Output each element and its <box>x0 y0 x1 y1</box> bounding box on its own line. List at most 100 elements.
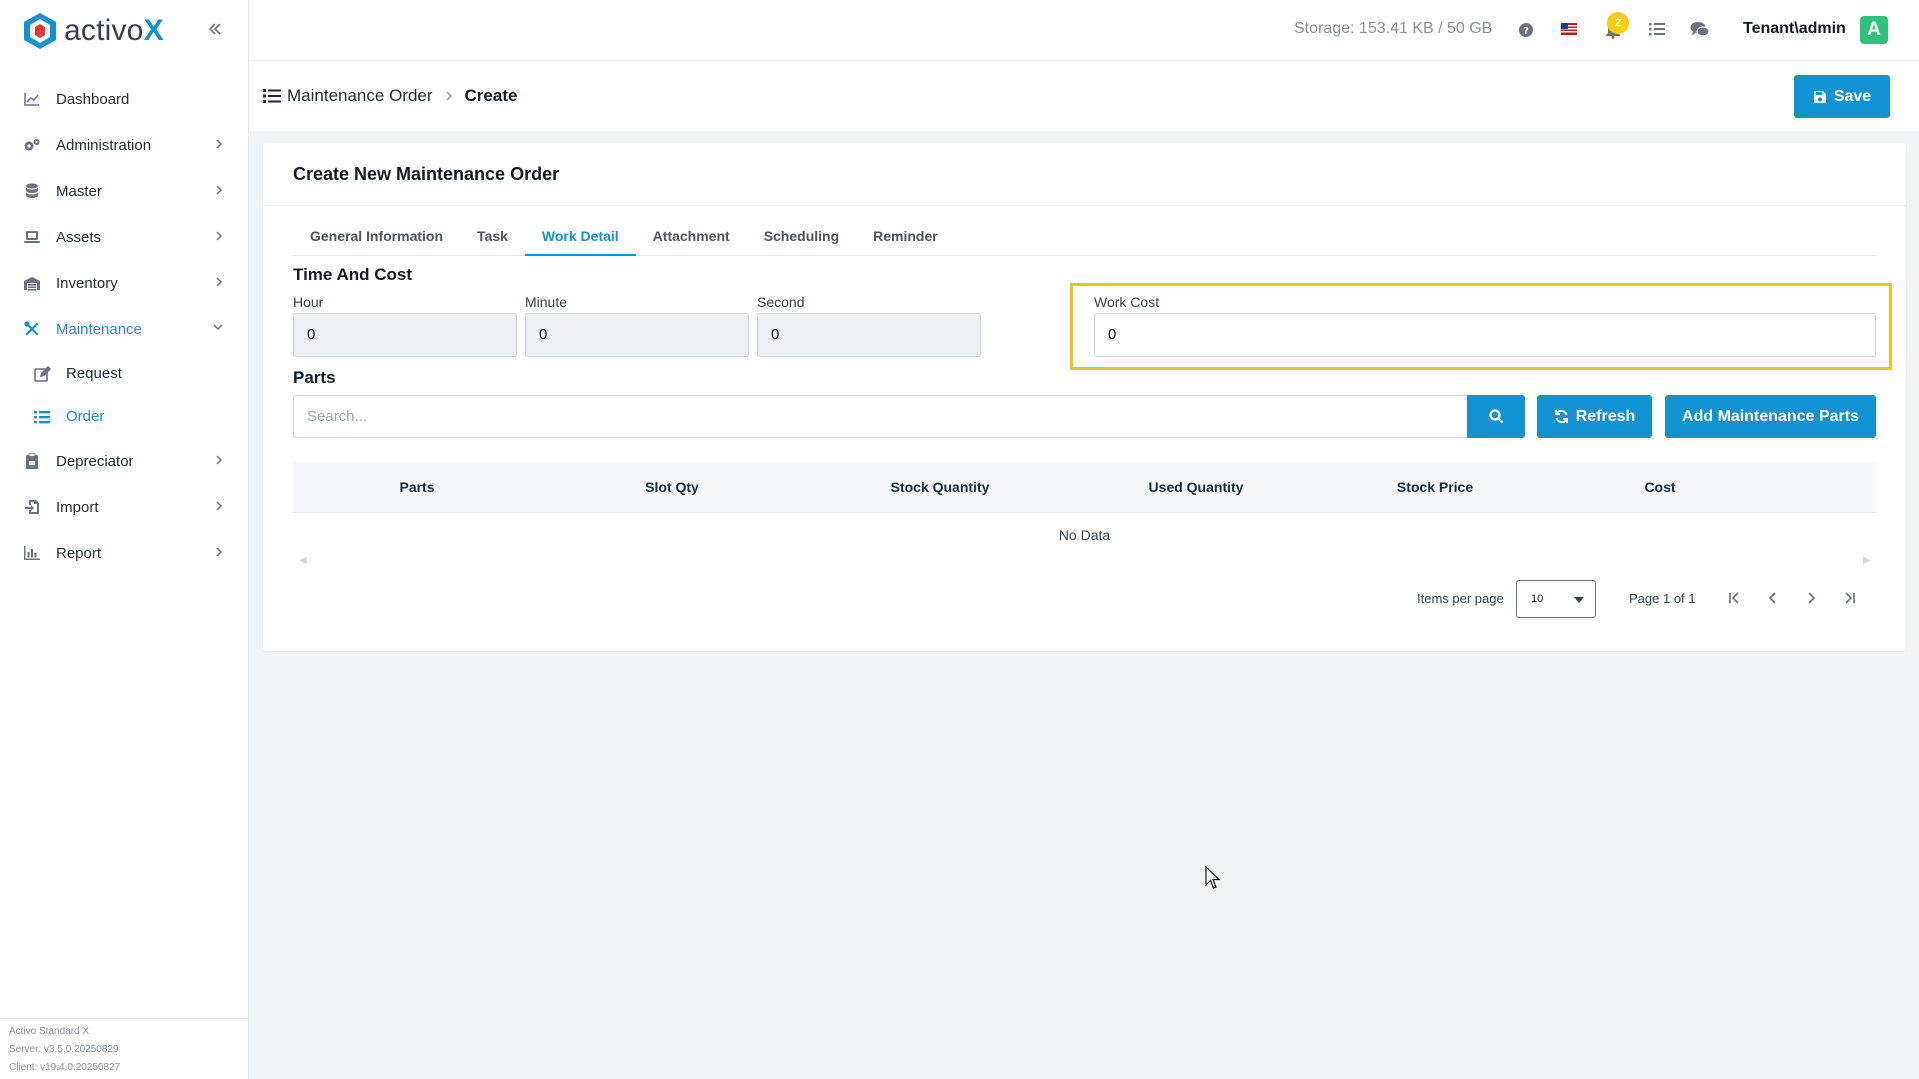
sidebar-nav: Dashboard Administration Master Assets I… <box>0 76 248 576</box>
work-cost-label: Work Cost <box>1094 294 1160 310</box>
tab-general-information[interactable]: General Information <box>293 220 460 256</box>
scroll-right-icon[interactable]: ▶ <box>1863 555 1871 566</box>
chevron-right-icon <box>445 90 453 102</box>
help-icon[interactable]: ? <box>1518 22 1534 38</box>
previous-page-icon[interactable] <box>1765 590 1781 606</box>
column-header[interactable]: Stock Price <box>1397 462 1473 513</box>
topbar: Storage: 153.41 KB / 50 GB ? 2 Tenant\ad… <box>249 0 1919 61</box>
breadcrumb-current: Create <box>464 86 518 105</box>
sidebar-item-administration[interactable]: Administration <box>0 122 248 168</box>
brand-prefix: activo <box>64 13 144 47</box>
caret-down-icon <box>1574 597 1584 603</box>
tools-icon <box>22 319 42 339</box>
chat-icon[interactable] <box>1690 21 1710 38</box>
form-title: Create New Maintenance Order <box>293 164 560 184</box>
sidebar-item-inventory[interactable]: Inventory <box>0 260 248 306</box>
sidebar-subitem-order[interactable]: Order <box>0 395 248 438</box>
storage-usage: Storage: 153.41 KB / 50 GB <box>1294 20 1493 37</box>
sidebar-subitem-request[interactable]: Request <box>0 352 248 395</box>
server-version: Server: v3.5.0.20250829 <box>9 1044 119 1055</box>
column-header[interactable]: Slot Qty <box>645 462 699 513</box>
clipboard-icon <box>22 451 42 471</box>
user-name[interactable]: Tenant\admin <box>1743 20 1846 38</box>
sidebar-item-label: Assets <box>56 228 102 246</box>
laptop-icon <box>22 227 42 247</box>
chevron-right-icon <box>214 545 224 559</box>
empty-state-text: No Data <box>1058 527 1111 543</box>
chevron-right-icon <box>214 183 224 197</box>
sidebar-item-master[interactable]: Master <box>0 168 248 214</box>
minute-input[interactable]: 0 <box>525 313 749 357</box>
column-header[interactable]: Used Quantity <box>1149 462 1244 513</box>
parts-search-input[interactable]: Search... <box>293 395 1467 438</box>
items-per-page-label: Items per page <box>1417 591 1504 606</box>
page-header: Maintenance Order Create Save <box>249 61 1919 131</box>
save-button[interactable]: Save <box>1794 75 1890 118</box>
version-info: Activo Standard X Server: v3.5.0.2025082… <box>0 1018 249 1079</box>
last-page-icon[interactable] <box>1841 590 1857 606</box>
mouse-cursor-icon <box>1205 866 1221 890</box>
first-page-icon[interactable] <box>1727 590 1743 606</box>
collapse-sidebar-icon[interactable] <box>206 20 224 38</box>
sidebar-item-dashboard[interactable]: Dashboard <box>0 76 248 122</box>
brand-logo[interactable]: activoX <box>0 0 248 61</box>
parts-title: Parts <box>293 368 336 387</box>
list-icon <box>32 407 52 427</box>
time-and-cost-title: Time And Cost <box>293 265 413 284</box>
tab-reminder[interactable]: Reminder <box>856 220 955 256</box>
sidebar-item-label: Dashboard <box>56 90 130 108</box>
hour-input[interactable]: 0 <box>293 313 517 357</box>
sidebar: activoX Dashboard Administration Master … <box>0 0 249 1079</box>
chevron-right-icon <box>214 499 224 513</box>
divider <box>263 205 1906 206</box>
sidebar-item-depreciator[interactable]: Depreciator <box>0 438 248 484</box>
second-input[interactable]: 0 <box>757 313 981 357</box>
next-page-icon[interactable] <box>1803 590 1819 606</box>
edit-icon <box>32 364 52 384</box>
tab-attachment[interactable]: Attachment <box>636 220 747 256</box>
search-icon <box>1488 409 1503 424</box>
column-header[interactable]: Cost <box>1644 462 1675 513</box>
chevron-right-icon <box>214 275 224 289</box>
refresh-icon <box>1554 409 1568 424</box>
notification-badge: 2 <box>1607 12 1629 34</box>
sidebar-item-maintenance[interactable]: Maintenance <box>0 306 248 352</box>
scroll-left-icon[interactable]: ◀ <box>299 555 307 566</box>
items-per-page-select[interactable]: 10 <box>1516 580 1596 618</box>
add-maintenance-parts-button[interactable]: Add Maintenance Parts <box>1665 395 1876 438</box>
work-cost-input[interactable]: 0 <box>1094 313 1876 357</box>
sidebar-item-import[interactable]: Import <box>0 484 248 530</box>
product-name: Activo Standard X <box>9 1026 90 1037</box>
column-header[interactable]: Parts <box>399 462 434 513</box>
us-flag-icon[interactable] <box>1561 23 1577 35</box>
chevron-right-icon <box>214 137 224 151</box>
minute-label: Minute <box>525 294 568 310</box>
breadcrumb-parent[interactable]: Maintenance Order <box>287 86 433 106</box>
sidebar-item-label: Depreciator <box>56 452 134 470</box>
sidebar-item-label: Maintenance <box>56 320 142 338</box>
column-header[interactable]: Stock Quantity <box>891 462 990 513</box>
refresh-label: Refresh <box>1575 407 1636 425</box>
task-list-icon[interactable] <box>1649 23 1665 36</box>
client-version: Client: v19.4.0.20250827 <box>9 1062 121 1073</box>
save-label: Save <box>1833 87 1872 105</box>
sidebar-item-label: Administration <box>56 136 152 154</box>
chevron-right-icon <box>214 453 224 467</box>
svg-text:?: ? <box>1523 26 1529 37</box>
activo-logo-icon <box>24 12 56 49</box>
tab-scheduling[interactable]: Scheduling <box>747 220 856 256</box>
tab-work-detail[interactable]: Work Detail <box>524 220 636 256</box>
warehouse-icon <box>22 273 42 293</box>
search-button[interactable] <box>1467 395 1525 438</box>
refresh-button[interactable]: Refresh <box>1537 395 1652 438</box>
avatar[interactable]: A <box>1860 16 1888 44</box>
page-indicator: Page 1 of 1 <box>1629 591 1696 606</box>
breadcrumb: Maintenance Order Create <box>263 86 517 106</box>
chart-bar-icon <box>22 543 42 563</box>
sidebar-item-report[interactable]: Report <box>0 530 248 576</box>
sidebar-item-label: Report <box>56 544 102 562</box>
sidebar-item-label: Import <box>56 498 99 516</box>
sidebar-item-assets[interactable]: Assets <box>0 214 248 260</box>
file-import-icon <box>22 497 42 517</box>
tab-task[interactable]: Task <box>460 220 525 256</box>
